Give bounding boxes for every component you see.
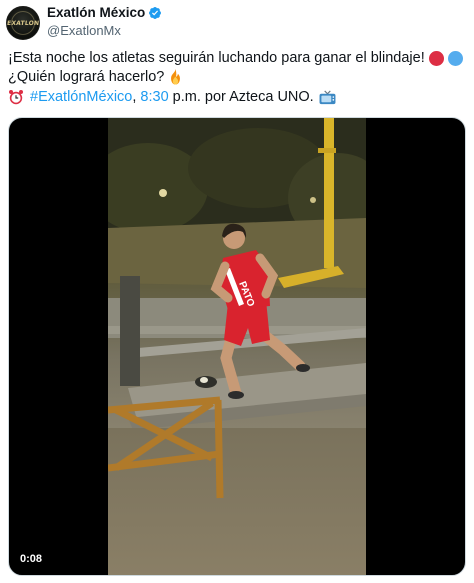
user-handle[interactable]: @ExatlonMx [47,23,121,38]
video-timestamp: 0:08 [15,551,48,567]
video-scene: PATO [108,118,366,575]
video-frame: PATO [108,118,366,575]
display-name[interactable]: Exatlón México [47,5,162,20]
verified-badge-icon [149,6,162,19]
red-circle-icon [428,50,444,66]
avatar-logo-text: EXATLON [6,19,40,27]
tweet-text-line-2: ¿Quién logrará hacerlo? [8,69,183,85]
time-link[interactable]: 8:30 [140,89,168,105]
alarm-clock-icon [9,90,23,105]
tweet: EXATLON Exatlón México @ExatlonMx ¡Esta … [0,0,474,583]
tweet-text-main: ¡Esta noche los atletas seguirán luchand… [8,50,425,66]
display-name-text: Exatlón México [47,5,146,20]
tweet-text-question: ¿Quién logrará hacerlo? [8,69,165,85]
separator-text: , [132,89,141,105]
fire-icon [171,69,181,85]
broadcast-text: p.m. por Azteca UNO. [168,89,314,105]
blue-circle-icon [447,50,463,66]
video-player[interactable]: PATO 0:08 [8,117,466,576]
television-icon [319,90,336,104]
tweet-text-line-3: #ExatlónMéxico , 8:30 p.m. por Azteca UN… [8,89,336,105]
hashtag-link[interactable]: #ExatlónMéxico [30,89,132,105]
avatar[interactable]: EXATLON [6,6,40,40]
tweet-text-line-1: ¡Esta noche los atletas seguirán luchand… [8,50,463,66]
